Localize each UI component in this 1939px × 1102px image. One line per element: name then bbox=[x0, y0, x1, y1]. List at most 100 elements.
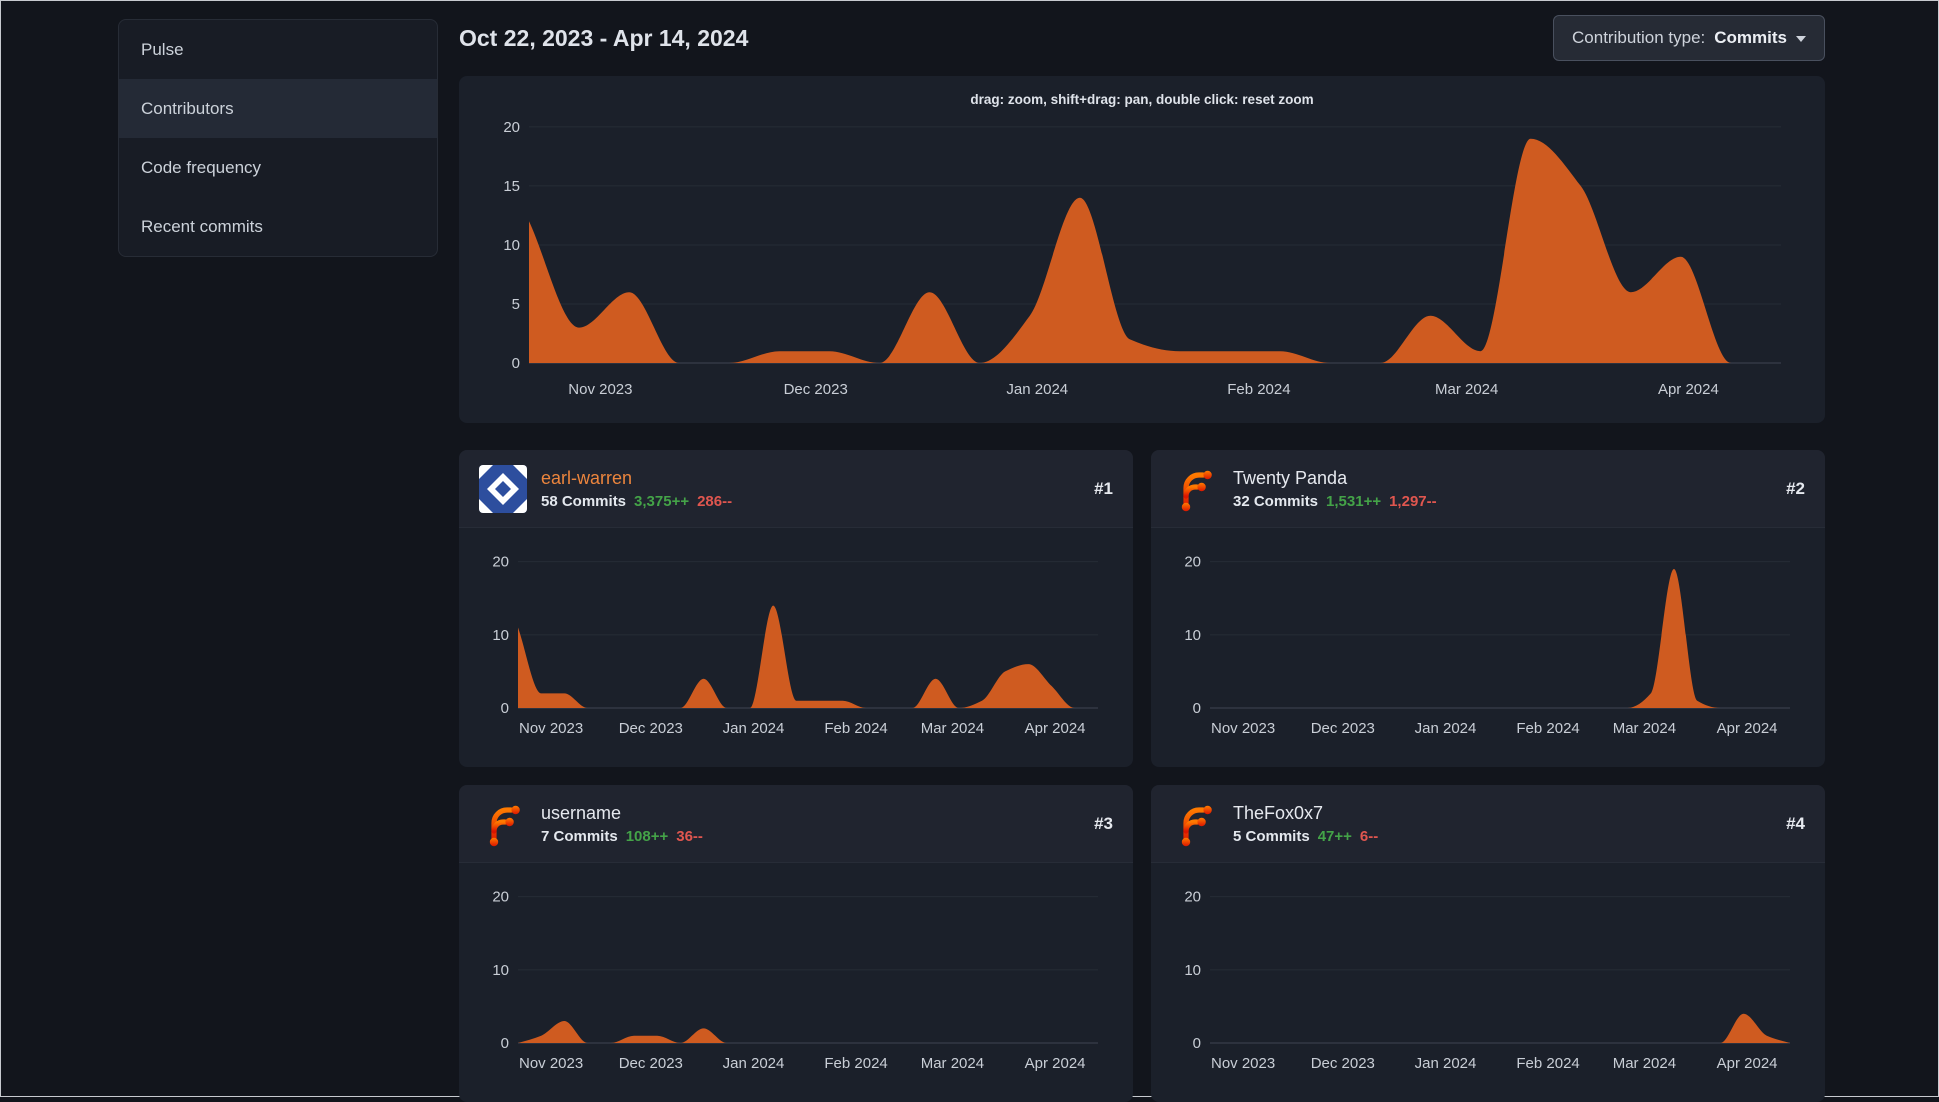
contributor-stats: 7 Commits 108++ 36-- bbox=[541, 828, 703, 845]
contributor-chart-area: 0 10 20 Nov 2023 Dec 2023 Jan 2024 Feb 2024 Mar… bbox=[459, 863, 1133, 1077]
svg-text:0: 0 bbox=[501, 1035, 509, 1052]
contributor-activity-chart[interactable]: 0 10 20 Nov 2023 Dec 2023 Jan 2024 Feb 2024 Mar… bbox=[1166, 542, 1810, 742]
sidebar-item-pulse[interactable]: Pulse bbox=[119, 20, 437, 79]
contributor-meta: earl-warren 58 Commits 3,375++ 286-- bbox=[541, 468, 732, 510]
svg-text:Nov 2023: Nov 2023 bbox=[568, 381, 632, 398]
contributor-name-link[interactable]: username bbox=[541, 803, 703, 824]
contributor-card-header: earl-warren 58 Commits 3,375++ 286-- #1 bbox=[459, 450, 1133, 528]
svg-text:Dec 2023: Dec 2023 bbox=[784, 381, 848, 398]
chevron-down-icon bbox=[1796, 36, 1806, 42]
contributor-stats: 5 Commits 47++ 6-- bbox=[1233, 828, 1378, 845]
contributor-activity-chart[interactable]: 0 10 20 Nov 2023 Dec 2023 Jan 2024 Feb 2024 Mar… bbox=[474, 542, 1118, 742]
contributor-name-link[interactable]: Twenty Panda bbox=[1233, 468, 1437, 489]
svg-text:Apr 2024: Apr 2024 bbox=[1658, 381, 1719, 398]
svg-text:Feb 2024: Feb 2024 bbox=[824, 1055, 887, 1072]
forgejo-logo-icon bbox=[1181, 470, 1212, 511]
svg-text:Apr 2024: Apr 2024 bbox=[1717, 720, 1778, 737]
contributor-stats: 58 Commits 3,375++ 286-- bbox=[541, 493, 732, 510]
additions-count: 1,531++ bbox=[1326, 492, 1382, 510]
overall-activity-panel: drag: zoom, shift+drag: pan, double clic… bbox=[459, 76, 1825, 423]
svg-text:Dec 2023: Dec 2023 bbox=[619, 1055, 683, 1072]
additions-count: 3,375++ bbox=[634, 492, 690, 510]
chart-zoom-hint: drag: zoom, shift+drag: pan, double clic… bbox=[970, 92, 1314, 107]
svg-text:Apr 2024: Apr 2024 bbox=[1717, 1055, 1778, 1072]
contributor-card: earl-warren 58 Commits 3,375++ 286-- #1 … bbox=[459, 450, 1133, 767]
contributor-meta: TheFox0x7 5 Commits 47++ 6-- bbox=[1233, 803, 1378, 845]
svg-text:Nov 2023: Nov 2023 bbox=[1211, 720, 1275, 737]
deletions-count: 6-- bbox=[1359, 827, 1379, 845]
avatar[interactable] bbox=[1171, 800, 1219, 848]
svg-text:Dec 2023: Dec 2023 bbox=[1311, 1055, 1375, 1072]
svg-text:Feb 2024: Feb 2024 bbox=[1516, 1055, 1579, 1072]
svg-text:20: 20 bbox=[492, 554, 509, 571]
contributor-chart-area: 0 10 20 Nov 2023 Dec 2023 Jan 2024 Feb 2024 Mar… bbox=[459, 528, 1133, 742]
deletions-count: 36-- bbox=[676, 827, 703, 845]
svg-text:20: 20 bbox=[1184, 554, 1201, 571]
svg-text:15: 15 bbox=[503, 178, 520, 195]
contributors-main: Oct 22, 2023 - Apr 14, 2024 Contribution… bbox=[459, 1, 1825, 1102]
contributors-page: { "colors": { "accent_orange": "#cf5b20"… bbox=[0, 0, 1939, 1102]
contributor-card-header: Twenty Panda 32 Commits 1,531++ 1,297-- … bbox=[1151, 450, 1825, 528]
svg-text:Jan 2024: Jan 2024 bbox=[723, 720, 785, 737]
main-activity-chart[interactable]: 0 5 10 15 20 Nov 2023 Dec 2023 Jan 2024 Feb 2024… bbox=[479, 111, 1805, 403]
additions-count: 47++ bbox=[1317, 827, 1352, 845]
forgejo-logo-icon bbox=[1181, 805, 1212, 846]
commit-count: 5 Commits bbox=[1233, 827, 1310, 845]
commit-count: 7 Commits bbox=[541, 827, 618, 845]
svg-text:Mar 2024: Mar 2024 bbox=[1613, 1055, 1676, 1072]
svg-text:Jan 2024: Jan 2024 bbox=[1415, 720, 1477, 737]
date-range-title: Oct 22, 2023 - Apr 14, 2024 bbox=[459, 24, 749, 51]
svg-text:Mar 2024: Mar 2024 bbox=[1435, 381, 1498, 398]
svg-text:Nov 2023: Nov 2023 bbox=[519, 1055, 583, 1072]
svg-text:5: 5 bbox=[512, 296, 520, 313]
contributor-chart-area: 0 10 20 Nov 2023 Dec 2023 Jan 2024 Feb 2024 Mar… bbox=[1151, 863, 1825, 1077]
svg-text:Nov 2023: Nov 2023 bbox=[1211, 1055, 1275, 1072]
contributor-activity-chart[interactable]: 0 10 20 Nov 2023 Dec 2023 Jan 2024 Feb 2024 Mar… bbox=[474, 877, 1118, 1077]
avatar[interactable] bbox=[479, 464, 527, 513]
contributor-name-link[interactable]: earl-warren bbox=[541, 468, 732, 489]
contributor-card: TheFox0x7 5 Commits 47++ 6-- #4 0 10 20 Nov… bbox=[1151, 785, 1825, 1102]
svg-text:Dec 2023: Dec 2023 bbox=[1311, 720, 1375, 737]
svg-text:10: 10 bbox=[492, 627, 509, 644]
contribution-type-dropdown[interactable]: Contribution type: Commits bbox=[1553, 15, 1825, 61]
svg-text:Feb 2024: Feb 2024 bbox=[1227, 381, 1290, 398]
svg-text:10: 10 bbox=[1184, 627, 1201, 644]
svg-text:0: 0 bbox=[1193, 700, 1201, 717]
svg-text:Nov 2023: Nov 2023 bbox=[519, 720, 583, 737]
sidebar-item-recent-commits[interactable]: Recent commits bbox=[119, 197, 437, 256]
avatar[interactable] bbox=[479, 800, 527, 848]
svg-text:0: 0 bbox=[501, 700, 509, 717]
contributor-card-header: TheFox0x7 5 Commits 47++ 6-- #4 bbox=[1151, 785, 1825, 863]
contributor-rank-badge: #1 bbox=[1094, 478, 1113, 498]
svg-text:Mar 2024: Mar 2024 bbox=[921, 720, 984, 737]
commit-count: 32 Commits bbox=[1233, 492, 1319, 510]
contributor-card: Twenty Panda 32 Commits 1,531++ 1,297-- … bbox=[1151, 450, 1825, 767]
avatar[interactable] bbox=[1171, 465, 1219, 513]
sidebar-item-contributors[interactable]: Contributors bbox=[119, 79, 437, 138]
contribution-type-label: Contribution type: bbox=[1572, 28, 1706, 47]
contributor-card: username 7 Commits 108++ 36-- #3 0 10 20 No… bbox=[459, 785, 1133, 1102]
svg-text:20: 20 bbox=[492, 889, 509, 906]
contributor-meta: Twenty Panda 32 Commits 1,531++ 1,297-- bbox=[1233, 468, 1437, 510]
deletions-count: 286-- bbox=[697, 492, 733, 510]
contributor-card-header: username 7 Commits 108++ 36-- #3 bbox=[459, 785, 1133, 863]
additions-count: 108++ bbox=[625, 827, 669, 845]
svg-text:Jan 2024: Jan 2024 bbox=[723, 1055, 785, 1072]
svg-text:Feb 2024: Feb 2024 bbox=[1516, 720, 1579, 737]
contributor-activity-chart[interactable]: 0 10 20 Nov 2023 Dec 2023 Jan 2024 Feb 2024 Mar… bbox=[1166, 877, 1810, 1077]
svg-text:10: 10 bbox=[1184, 962, 1201, 979]
forgejo-logo-icon bbox=[489, 805, 520, 846]
contributor-cards-grid: earl-warren 58 Commits 3,375++ 286-- #1 … bbox=[459, 450, 1825, 1102]
svg-text:Jan 2024: Jan 2024 bbox=[1415, 1055, 1477, 1072]
svg-text:10: 10 bbox=[503, 237, 520, 254]
contributor-name-link[interactable]: TheFox0x7 bbox=[1233, 803, 1378, 824]
identicon-avatar-icon bbox=[479, 464, 527, 513]
svg-text:20: 20 bbox=[1184, 889, 1201, 906]
contributor-meta: username 7 Commits 108++ 36-- bbox=[541, 803, 703, 845]
contributor-rank-badge: #4 bbox=[1786, 813, 1805, 833]
repo-activity-sidebar: Pulse Contributors Code frequency Recent… bbox=[118, 19, 438, 257]
svg-text:Apr 2024: Apr 2024 bbox=[1025, 720, 1086, 737]
sidebar-item-code-frequency[interactable]: Code frequency bbox=[119, 138, 437, 197]
commit-count: 58 Commits bbox=[541, 492, 627, 510]
svg-text:Jan 2024: Jan 2024 bbox=[1006, 381, 1068, 398]
